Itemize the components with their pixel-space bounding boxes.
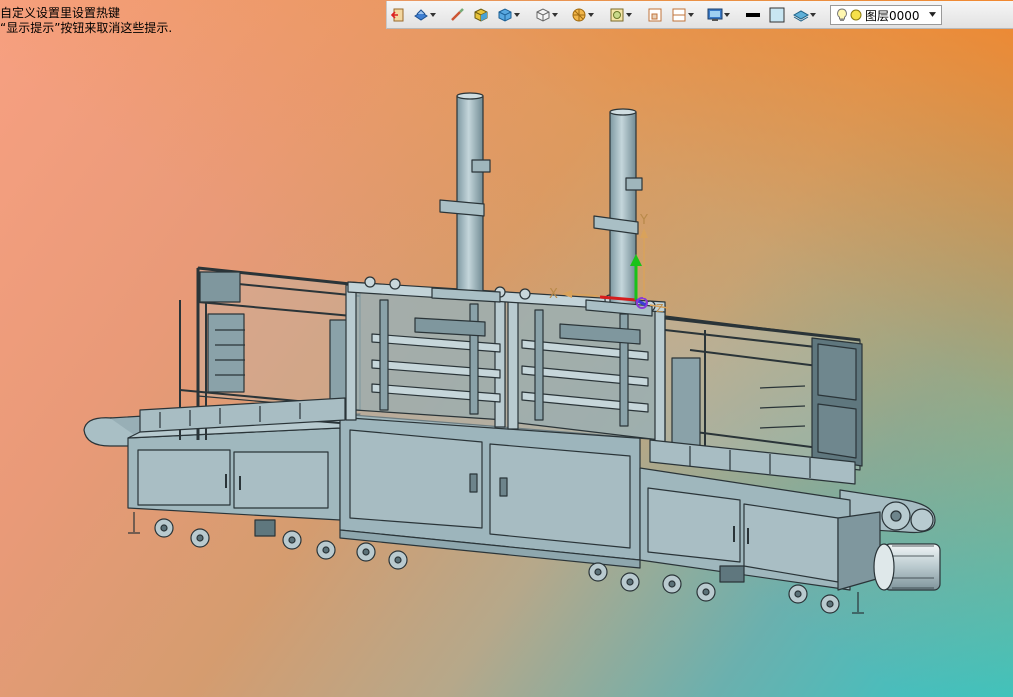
fill-color-icon: [769, 7, 785, 23]
fill-color-button[interactable]: [769, 6, 785, 24]
display-monitor-icon: [707, 8, 723, 21]
pick-tool-button[interactable]: [449, 6, 465, 24]
view-orient-icon: [414, 9, 428, 21]
split-window-button[interactable]: [671, 6, 694, 24]
single-window-icon: [648, 8, 662, 22]
layer-stack-icon: [793, 10, 809, 22]
exit-button[interactable]: [391, 6, 407, 24]
drive-motor: [873, 543, 941, 591]
chevron-down-icon: [723, 7, 730, 23]
line-color-icon: [746, 13, 760, 17]
left-cylinder: [431, 92, 501, 303]
shaded-solid-icon: [474, 8, 488, 22]
exit-icon: [391, 8, 404, 22]
section-cut-icon: [572, 8, 586, 22]
chevron-down-icon: [687, 7, 694, 23]
layer-select[interactable]: 图层0000: [830, 5, 942, 25]
pick-tool-icon: [451, 8, 464, 21]
box-view-icon: [498, 8, 512, 22]
section-cut-button[interactable]: [571, 6, 594, 24]
wireframe-cube-icon: [536, 8, 550, 22]
layer-select-value: 图层0000: [865, 8, 920, 23]
axis-x-label: X: [549, 287, 558, 302]
split-window-icon: [672, 8, 686, 22]
view-toolbar: 图层0000: [386, 1, 1013, 29]
chevron-down-icon: [929, 12, 936, 17]
chevron-down-icon: [513, 7, 520, 23]
machine-model[interactable]: X Y Z: [0, 0, 1013, 697]
chevron-down-icon: [551, 7, 558, 23]
layer-visible-icon: [850, 9, 862, 21]
3d-viewport[interactable]: 自定义设置里设置热键 “显示提示”按钮来取消这些提示. X Y Z 图层0000: [0, 0, 1013, 697]
single-window-button[interactable]: [647, 6, 663, 24]
layer-manager-button[interactable]: [609, 6, 632, 24]
chevron-down-icon: [587, 7, 594, 23]
lightbulb-icon: [837, 8, 847, 21]
shaded-solid-button[interactable]: [473, 6, 489, 24]
right-upper-frame: [649, 315, 863, 485]
display-monitor-button[interactable]: [707, 6, 730, 24]
right-base-cabinet: [639, 467, 881, 591]
view-orient-button[interactable]: [413, 6, 436, 24]
wireframe-cube-button[interactable]: [535, 6, 558, 24]
layer-manager-icon: [610, 8, 624, 22]
center-base-cabinet: [339, 413, 641, 569]
line-color-button[interactable]: [745, 6, 761, 24]
axis-z-label: Z: [656, 302, 664, 315]
axis-y-label: Y: [639, 213, 648, 228]
layer-stack-button[interactable]: [793, 6, 816, 24]
chevron-down-icon: [429, 7, 436, 23]
chevron-down-icon: [809, 7, 816, 23]
box-view-button[interactable]: [497, 6, 520, 24]
chevron-down-icon: [625, 7, 632, 23]
